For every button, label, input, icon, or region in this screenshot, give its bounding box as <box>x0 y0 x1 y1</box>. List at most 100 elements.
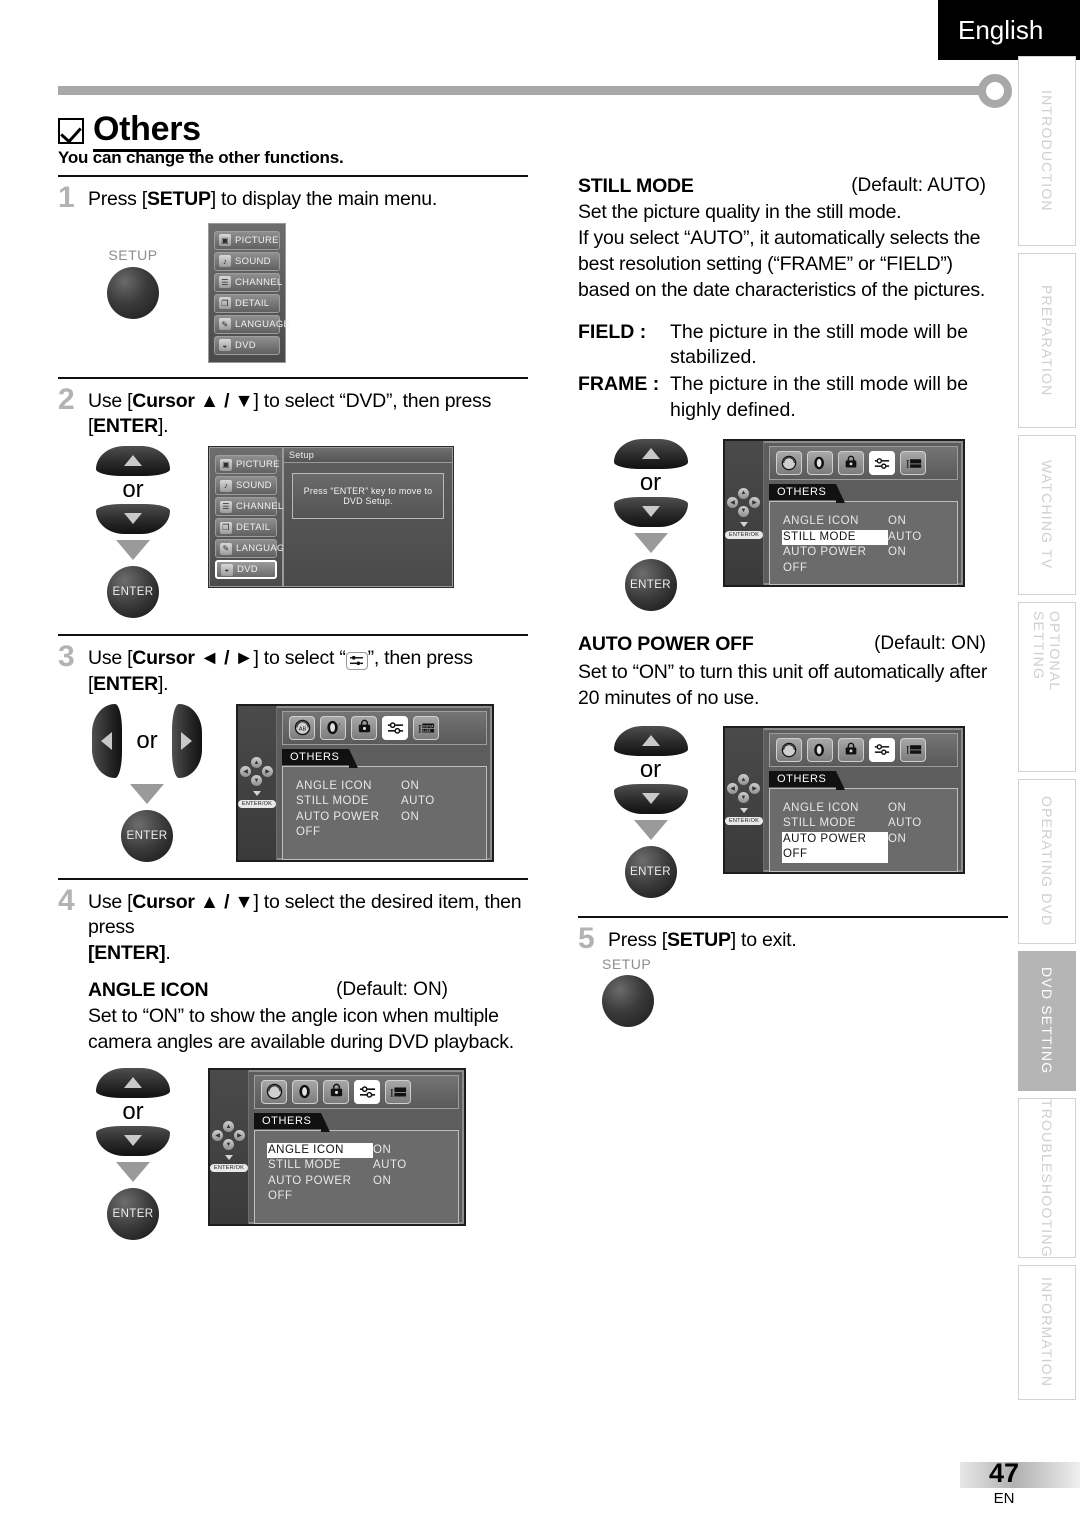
osd-row-still-mode-highlighted[interactable]: STILL MODE AUTO <box>782 529 957 546</box>
parental-lock-icon[interactable] <box>838 451 864 476</box>
sidebar-tab-information[interactable]: INFORMATION <box>1018 1265 1076 1400</box>
osd-row-angle-icon[interactable]: ANGLE ICON ON <box>782 801 957 817</box>
enter-label: ENTER <box>630 865 671 878</box>
osd-row-auto-power-off[interactable]: AUTO POWER OFF ON <box>782 545 957 576</box>
cursor-up-button-icon[interactable] <box>96 446 170 477</box>
menu-item-sound[interactable]: ♪ SOUND <box>215 476 277 496</box>
setup-button-icon[interactable] <box>602 974 654 1027</box>
menu-item-detail[interactable]: ❐ DETAIL <box>214 293 280 313</box>
still-mode-desc-2: If you select “AUTO”, it automatically s… <box>578 226 985 301</box>
menu-item-picture[interactable]: ▣ PICTURE <box>215 455 280 475</box>
enter-button-icon[interactable]: ENTER <box>107 566 159 619</box>
step-4: 4 Use [Cursor ▲ / ▼] to select the desir… <box>58 883 528 967</box>
osd-row-name: ANGLE ICON <box>783 515 859 528</box>
tab-label: WATCHING TV <box>1039 460 1055 570</box>
cursor-up-button-icon[interactable] <box>96 1067 170 1098</box>
or-label: or <box>639 469 662 497</box>
step2-key-enter: ENTER <box>93 415 159 438</box>
disc-language-icon[interactable] <box>776 451 802 476</box>
disc-language-icon[interactable] <box>261 1079 287 1104</box>
parental-lock-icon[interactable] <box>838 737 864 762</box>
audio-icon[interactable]: ♪ <box>320 715 346 740</box>
cursor-left-button-icon[interactable] <box>92 703 123 778</box>
menu-item-channel[interactable]: ☰ CHANNEL <box>214 272 282 292</box>
dpad-up: ▲ <box>251 757 262 769</box>
initialize-icon[interactable]: I <box>385 1079 411 1104</box>
menu-item-language[interactable]: ✎ LANGUAGE <box>215 539 291 559</box>
flow-arrow-icon <box>116 540 150 561</box>
osd-row-angle-icon[interactable]: ANGLE ICON ON <box>782 514 957 530</box>
others-sliders-icon[interactable] <box>354 1079 380 1104</box>
osd-row-still-mode[interactable]: STILL MODE AUTO <box>782 816 957 832</box>
sidebar-tab-operating-dvd[interactable]: OPERATING DVD <box>1018 779 1076 944</box>
enter-button-icon[interactable]: ENTER <box>107 1187 159 1240</box>
cursor-down-button-icon[interactable] <box>613 783 688 814</box>
others-sliders-icon[interactable] <box>869 451 895 476</box>
sidebar-tab-watching-tv[interactable]: WATCHING TV <box>1018 435 1076 595</box>
step-number: 2 <box>58 382 75 416</box>
dpad-icon: ▲ ◀ ▶ ▼ <box>727 774 761 804</box>
enter-button-icon[interactable]: ENTER <box>624 559 677 612</box>
setup-screen-graphic: ▣ PICTURE ♪ SOUND ☰ CHANNEL ❐ DETAIL ✎ LANGUA… <box>208 446 454 589</box>
menu-item-sound[interactable]: ♪ SOUND <box>214 251 280 271</box>
osd-row-angle-icon[interactable]: ANGLE ICON ON <box>295 779 486 795</box>
others-sliders-icon[interactable] <box>869 737 895 762</box>
osd-tab-row: OTHERS <box>282 748 487 768</box>
setup-button-icon[interactable] <box>107 266 159 319</box>
menu-item-detail[interactable]: ❐ DETAIL <box>215 518 277 538</box>
initialize-icon[interactable]: I <box>900 737 926 762</box>
main-menu-graphic: ▣ PICTURE ♪ SOUND ☰ CHANNEL ❐ DETAIL ✎ LANGUA… <box>208 222 290 363</box>
audio-icon[interactable] <box>807 737 833 762</box>
menu-item-picture[interactable]: ▣ PICTURE <box>214 230 280 250</box>
step-text: Use [Cursor ▲ / ▼] to select “DVD”, then… <box>88 386 528 440</box>
osd-row-name: AUTO POWER OFF <box>783 546 867 574</box>
audio-icon[interactable] <box>807 451 833 476</box>
cursor-down-button-icon[interactable] <box>613 497 688 528</box>
initialize-icon[interactable]: I <box>900 451 926 476</box>
dpad-down: ▼ <box>251 775 262 787</box>
osd-tab-others: OTHERS <box>769 770 846 790</box>
step-1: 1 Press [SETUP] to display the main menu… <box>58 183 528 213</box>
enter-label: ENTER <box>112 586 154 599</box>
others-sliders-icon[interactable] <box>382 715 408 740</box>
still-mode-name: STILL MODE <box>578 175 694 197</box>
menu-item-language[interactable]: ✎ LANGUAGE <box>214 314 290 334</box>
osd-row-auto-power-off-highlighted[interactable]: AUTO POWER OFF ON <box>782 831 957 863</box>
enter-ok-badge: ENTER/OK <box>724 530 764 539</box>
enter-button-icon[interactable]: ENTER <box>121 809 173 862</box>
dpad-icon: ▲ ◀ ▶ ▼ <box>212 1121 246 1151</box>
cursor-up-button-icon[interactable] <box>613 725 688 756</box>
osd-row-still-mode[interactable]: STILL MODE AUTO <box>295 794 486 810</box>
music-note-icon: ♪ <box>220 479 232 492</box>
audio-icon[interactable] <box>292 1079 318 1104</box>
sidebar-tab-optional-setting[interactable]: OPTIONAL SETTING <box>1018 602 1076 772</box>
osd-row-auto-power-off[interactable]: AUTO POWER OFF ON <box>295 810 486 841</box>
cursor-up-button-icon[interactable] <box>613 439 688 470</box>
osd-row-still-mode[interactable]: STILL MODE AUTO <box>267 1158 458 1174</box>
initialize-icon[interactable]: I INITIA LIZE <box>413 715 439 740</box>
cursor-right-button-icon[interactable] <box>171 703 202 778</box>
menu-item-dvd-selected[interactable]: ◒ DVD <box>215 560 277 580</box>
menu-item-channel[interactable]: ☰ CHANNEL <box>215 497 283 517</box>
osd-row-auto-power-off[interactable]: AUTO POWER OFF ON <box>267 1174 458 1205</box>
language-label: English <box>958 14 1044 45</box>
dpad-right: ▶ <box>749 496 760 508</box>
dpad-arrow-icon <box>740 521 748 527</box>
osd-row-angle-icon-highlighted[interactable]: ANGLE ICON ON <box>267 1142 458 1159</box>
parental-lock-icon[interactable] <box>351 715 377 740</box>
cursor-down-button-icon[interactable] <box>96 1125 170 1156</box>
sidebar-tab-troubleshooting[interactable]: TROUBLESHOOTING <box>1018 1098 1076 1258</box>
enter-button-icon[interactable]: ENTER <box>624 845 677 898</box>
sidebar-tab-dvd-setting[interactable]: DVD SETTING <box>1018 951 1076 1091</box>
disc-language-icon[interactable] <box>776 737 802 762</box>
menu-item-dvd[interactable]: ◒ DVD <box>214 335 280 355</box>
osd-row-name: STILL MODE <box>783 817 856 830</box>
sidebar-tab-preparation[interactable]: PREPARATION <box>1018 253 1076 428</box>
parental-lock-icon[interactable] <box>323 1079 349 1104</box>
enter-ok-badge: ENTER/OK <box>724 817 764 826</box>
step-number: 4 <box>58 883 75 917</box>
sidebar-tab-introduction[interactable]: INTRODUCTION <box>1018 56 1076 246</box>
cursor-updown-graphic: or ENTER <box>578 725 723 898</box>
cursor-down-button-icon[interactable] <box>96 504 170 535</box>
disc-language-icon[interactable]: AB <box>289 715 315 740</box>
